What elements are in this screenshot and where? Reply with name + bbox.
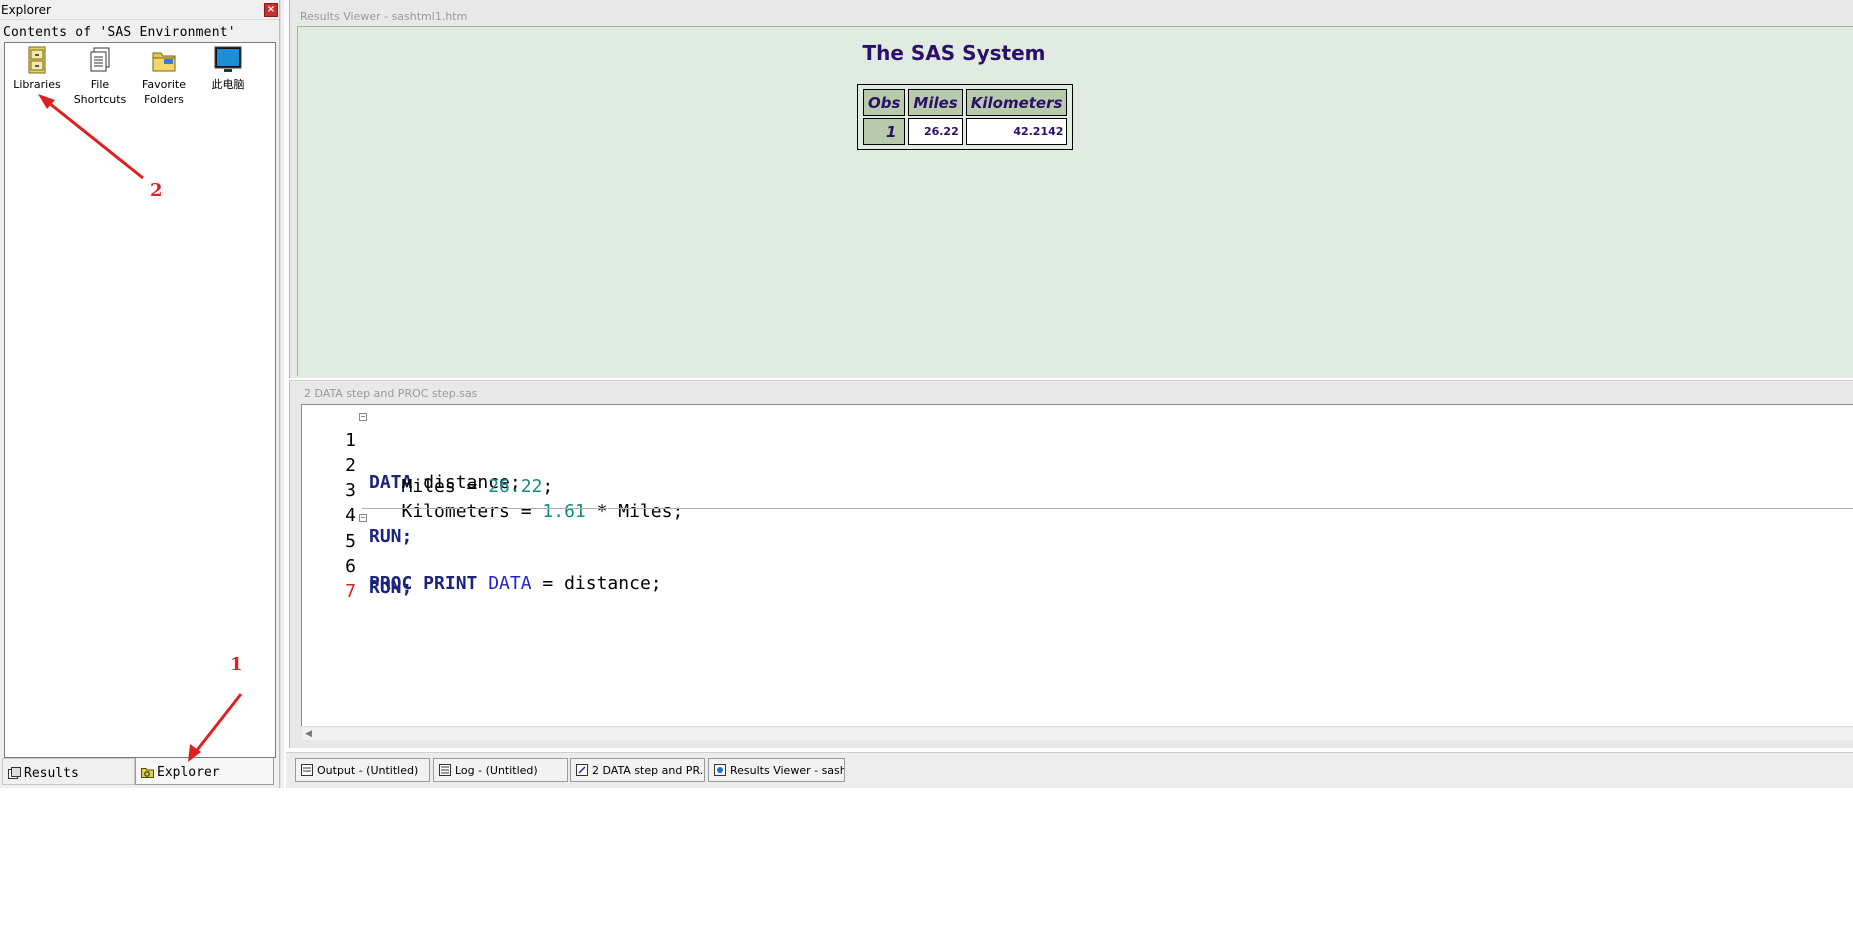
task-program-editor[interactable]: 2 DATA step and PR... (570, 758, 705, 782)
results-viewer-content: The SAS System Obs Miles Kilometers 1 26… (297, 26, 1853, 376)
scroll-left-icon[interactable]: ◀ (305, 729, 312, 739)
results-viewer-icon (714, 764, 726, 776)
file-shortcuts-icon (90, 47, 110, 72)
report-title: The SAS System (862, 41, 1046, 65)
code-line[interactable]: 5 − PROC PRINT DATA = distance; (302, 510, 1802, 595)
code-line[interactable]: 6 RUN; (302, 535, 1802, 598)
task-results-viewer[interactable]: Results Viewer - sash... (708, 758, 845, 782)
code-editor[interactable]: 1 − DATA distance; 2 Miles = 26.22; 3 Ki… (301, 404, 1853, 740)
this-pc-label: 此电脑 (211, 78, 245, 91)
step-boundary-line (362, 508, 1853, 509)
tab-explorer-label: Explorer (157, 765, 220, 780)
results-icon (8, 767, 21, 779)
favorite-folders-item[interactable]: Favorite Folders (132, 45, 196, 107)
results-viewer-title: Results Viewer - sashtml1.htm (300, 10, 468, 23)
tab-explorer[interactable]: Explorer (135, 758, 274, 785)
cell-obs: 1 (863, 118, 906, 145)
tab-results[interactable]: Results (2, 758, 135, 785)
favorite-folders-label: Favorite Folders (142, 78, 186, 106)
results-table-frame: Obs Miles Kilometers 1 26.22 42.2142 (857, 84, 1074, 150)
results-table: Obs Miles Kilometers 1 26.22 42.2142 (860, 87, 1070, 147)
tab-results-label: Results (24, 766, 79, 781)
annotation-number-1: 1 (230, 654, 243, 675)
fold-toggle-icon[interactable]: − (359, 413, 367, 421)
program-editor-icon (576, 764, 588, 776)
cell-miles: 26.22 (908, 118, 963, 145)
code-line[interactable]: 1 − DATA distance; (302, 409, 1802, 494)
code-line[interactable]: 4 RUN; (302, 484, 1802, 547)
fold-toggle-icon[interactable]: − (359, 514, 367, 522)
explorer-titlebar: Explorer × (0, 0, 282, 20)
computer-monitor-icon (214, 46, 242, 72)
libraries-label: Libraries (13, 78, 61, 91)
output-icon (301, 764, 313, 776)
task-label: 2 DATA step and PR... (592, 764, 705, 777)
task-label: Results Viewer - sash... (730, 764, 845, 777)
program-editor-title: 2 DATA step and PROC step.sas (304, 387, 478, 400)
code-line-current[interactable]: 7 (302, 560, 1802, 602)
file-cabinet-icon (28, 46, 46, 74)
explorer-title: Explorer (1, 3, 51, 17)
column-header-obs: Obs (863, 89, 906, 116)
explorer-icon (141, 768, 154, 778)
column-header-kilometers: Kilometers (965, 89, 1068, 116)
cell-kilometers: 42.2142 (965, 118, 1068, 145)
annotation-number-2: 2 (150, 180, 163, 201)
program-editor-window: 2 DATA step and PROC step.sas 1 − DATA d… (289, 380, 1853, 748)
results-viewer-window: Results Viewer - sashtml1.htm The SAS Sy… (289, 0, 1853, 378)
task-label: Output - (Untitled) (317, 764, 419, 777)
favorite-folders-icon (152, 52, 176, 72)
this-pc-item[interactable]: 此电脑 (196, 45, 260, 92)
window-taskbar: Output - (Untitled) Log - (Untitled) 2 D… (286, 752, 1853, 788)
table-header-row: Obs Miles Kilometers (863, 89, 1068, 116)
close-icon[interactable]: × (264, 3, 278, 17)
horizontal-scrollbar[interactable]: ◀ (302, 726, 1853, 740)
explorer-icon-area: Libraries File Shortcuts Favorite Folder… (4, 42, 276, 758)
empty-area (0, 788, 1853, 933)
task-output[interactable]: Output - (Untitled) (295, 758, 430, 782)
table-row: 1 26.22 42.2142 (863, 118, 1068, 145)
libraries-item[interactable]: Libraries (5, 45, 69, 92)
task-label: Log - (Untitled) (455, 764, 538, 777)
task-log[interactable]: Log - (Untitled) (433, 758, 568, 782)
line-number: 7 (345, 581, 356, 602)
log-icon (439, 764, 451, 776)
code-line[interactable]: 2 Miles = 26.22; (302, 434, 1802, 497)
code-line[interactable]: 3 Kilometers = 1.61 * Miles; (302, 459, 1802, 522)
file-shortcuts-item[interactable]: File Shortcuts (68, 45, 132, 107)
contents-label: Contents of 'SAS Environment' (3, 25, 236, 40)
column-header-miles: Miles (908, 89, 963, 116)
file-shortcuts-label: File Shortcuts (73, 78, 127, 106)
